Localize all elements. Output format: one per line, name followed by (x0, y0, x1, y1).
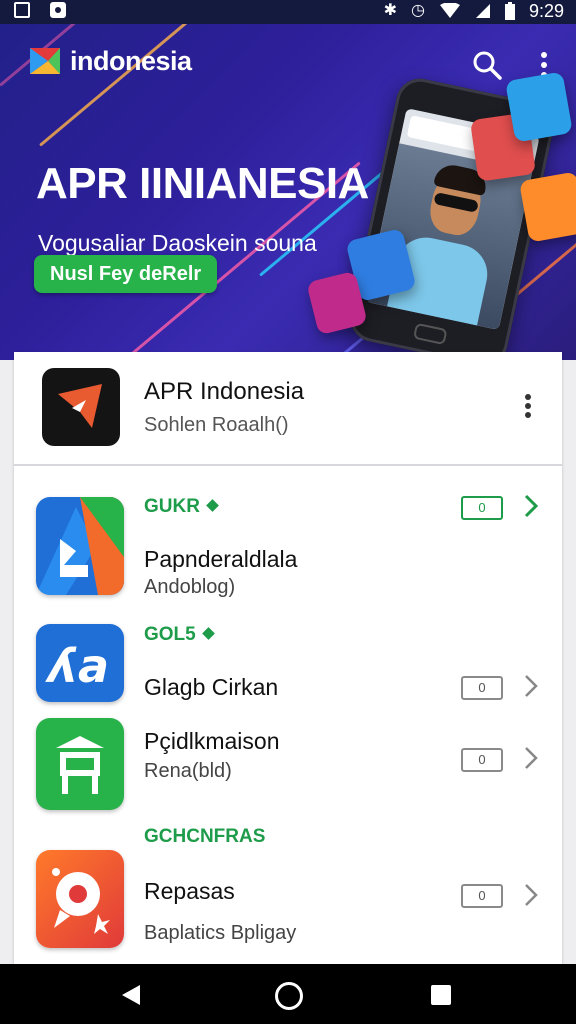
app-icon (36, 497, 124, 595)
section-label: GOL5 (144, 624, 215, 646)
decor-streak (39, 24, 241, 147)
app-tile-icon (519, 171, 576, 243)
battery-icon (504, 2, 515, 20)
status-bar: ✱ ◷ 9:29 (0, 0, 576, 24)
hero-title: APR IINIANESIA (36, 159, 369, 208)
featured-app-name: APR Indonesia (144, 378, 305, 405)
count-badge: 0 (461, 676, 503, 700)
recents-icon[interactable] (431, 985, 451, 1005)
featured-app-icon (42, 368, 120, 446)
signal-icon (475, 4, 490, 18)
home-icon[interactable] (275, 982, 303, 1010)
diamond-icon (206, 499, 219, 512)
brand: indonesia (28, 44, 192, 78)
featured-app-row[interactable]: APR Indonesia Sohlen Roaalh() (14, 352, 562, 466)
count-badge: 0 (461, 496, 503, 520)
more-vert-icon[interactable] (520, 392, 536, 420)
brand-name: indonesia (70, 45, 192, 76)
app-icon: ʎa (36, 624, 124, 702)
chevron-right-icon[interactable] (522, 745, 540, 771)
app-name: Glagb Cirkan (144, 674, 279, 700)
app-list-card: APR Indonesia Sohlen Roaalh() GUKR Papnd… (14, 352, 562, 964)
app-icon (36, 718, 124, 810)
app-name: Papnderaldlala (144, 546, 298, 572)
app-subtitle: Rena(bld) (144, 760, 232, 782)
brand-logo-icon (30, 48, 60, 74)
featured-app-subtitle: Sohlen Roaalh() (144, 414, 289, 436)
chevron-right-icon[interactable] (522, 882, 540, 908)
search-icon[interactable] (472, 50, 502, 80)
app-icon (36, 850, 124, 948)
app-subtitle: Andoblog) (144, 576, 236, 598)
app-name: Repasas (144, 878, 235, 904)
navigation-bar (0, 964, 576, 1024)
wifi-icon (439, 3, 460, 18)
app-subtitle: Baplatics Bpligay (144, 922, 297, 944)
back-icon[interactable] (120, 984, 142, 1006)
alarm-icon: ◷ (410, 2, 425, 19)
chevron-right-icon[interactable] (522, 673, 540, 699)
window-icon (14, 2, 30, 18)
app-tile-icon (505, 71, 573, 143)
svg-text:ʎa: ʎa (45, 639, 109, 693)
chevron-right-icon[interactable] (522, 493, 540, 519)
count-badge: 0 (461, 748, 503, 772)
bluetooth-icon: ✱ (383, 2, 397, 19)
status-time: 9:29 (528, 0, 564, 21)
count-badge: 0 (461, 884, 503, 908)
photo-icon (50, 2, 66, 18)
hero-subtitle: Vogusaliar Daoskein souna (38, 230, 317, 256)
section-label: GCHCNFRAS (144, 826, 266, 847)
hero-banner[interactable]: indonesia APR IINIANESIA Vogusaliar Daos… (0, 24, 576, 360)
hero-cta-button[interactable]: Nusl Fey deRelr (34, 255, 218, 293)
section-label: GUKR (144, 496, 219, 518)
app-name: Pçidlkmaison (144, 728, 280, 754)
diamond-icon (201, 627, 215, 640)
